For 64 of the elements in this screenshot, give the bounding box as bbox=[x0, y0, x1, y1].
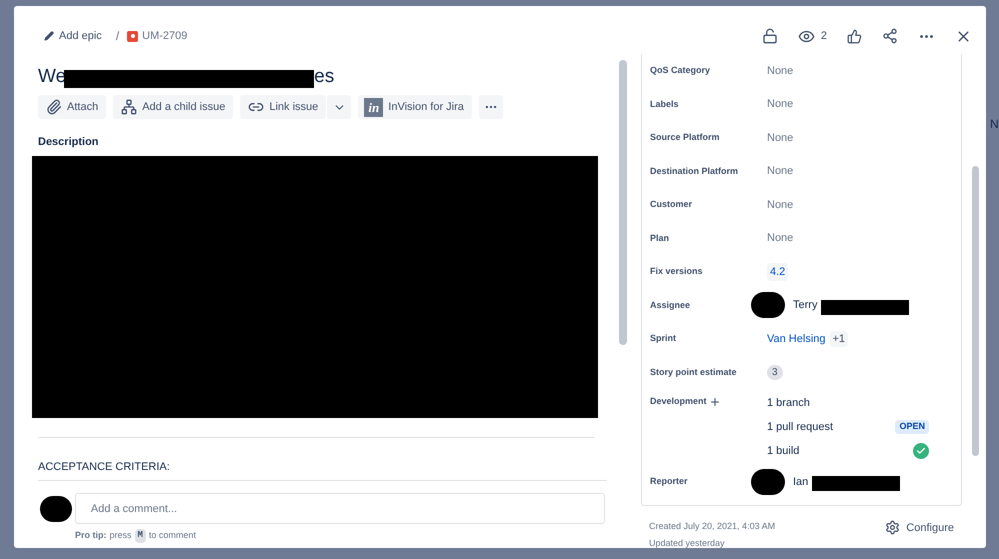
avatar bbox=[40, 496, 72, 522]
keyboard-key: M bbox=[134, 529, 146, 542]
unlock-icon[interactable] bbox=[762, 28, 778, 44]
field-label: Development bbox=[650, 395, 767, 408]
field-value: None bbox=[767, 231, 794, 246]
issue-title: We bbox=[38, 64, 66, 89]
gear-icon bbox=[885, 520, 900, 536]
version-tag[interactable]: 4.2 bbox=[767, 262, 788, 281]
section-heading: Description bbox=[38, 135, 100, 150]
sprint-link[interactable]: Van Helsing bbox=[767, 330, 826, 347]
toolbar-button[interactable]: in InVision for Jira bbox=[358, 95, 472, 119]
paperclip-icon bbox=[46, 99, 62, 115]
backdrop-text: N bbox=[990, 116, 999, 133]
development-link[interactable]: 1 build bbox=[767, 442, 800, 460]
bug-icon bbox=[127, 30, 138, 42]
status-lozenge: OPEN bbox=[895, 420, 929, 434]
configure-button[interactable]: Configure bbox=[885, 520, 954, 536]
field-value: None bbox=[767, 198, 794, 212]
more-button[interactable] bbox=[478, 95, 503, 119]
story-point-badge: 3 bbox=[767, 364, 783, 380]
field-value: None bbox=[767, 64, 794, 78]
toolbar-button[interactable]: Attach bbox=[38, 95, 106, 119]
field-label: Assignee bbox=[650, 298, 692, 312]
check-icon bbox=[916, 446, 926, 456]
toolbar-button[interactable]: Add a child issue bbox=[113, 95, 234, 119]
development-link[interactable]: 1 branch bbox=[767, 394, 810, 412]
field-value: None bbox=[767, 97, 794, 112]
field-value: None bbox=[767, 164, 794, 179]
toolbar-button[interactable]: Link issue bbox=[240, 95, 326, 119]
field-label: Source Platform bbox=[650, 131, 721, 144]
field-label: Plan bbox=[650, 232, 670, 244]
field-label: Destination Platform bbox=[650, 164, 740, 178]
hierarchy-icon bbox=[121, 99, 138, 115]
field-label: Reporter bbox=[650, 475, 689, 488]
user-name[interactable]: Ian bbox=[793, 474, 808, 490]
share-icon[interactable] bbox=[882, 28, 898, 44]
sprint-count: +1 bbox=[830, 330, 848, 347]
field-label: Sprint bbox=[650, 332, 677, 345]
breadcrumb-separator: / bbox=[116, 28, 120, 45]
watch-button[interactable]: 2 bbox=[798, 28, 827, 44]
avatar bbox=[751, 468, 785, 495]
thumbs-up-icon[interactable] bbox=[847, 28, 862, 44]
avatar bbox=[751, 292, 785, 318]
comment-field[interactable]: Add a comment... bbox=[74, 493, 605, 524]
field-label: Labels bbox=[650, 98, 680, 110]
field-label: QoS Category bbox=[650, 64, 712, 77]
issue-title: es bbox=[314, 64, 334, 89]
updated-date: Updated yesterday bbox=[649, 537, 726, 548]
issue-key-link[interactable]: UM-2709 bbox=[142, 28, 188, 44]
field-label: Fix versions bbox=[650, 265, 704, 278]
pencil-icon bbox=[44, 31, 54, 41]
development-link[interactable]: 1 pull request bbox=[767, 418, 834, 436]
pro-tip-text: Pro tip: press M to comment bbox=[75, 529, 605, 542]
acceptance-criteria-heading: ACCEPTANCE CRITERIA: bbox=[38, 460, 171, 474]
user-name[interactable]: Terry bbox=[793, 297, 818, 314]
scrollbar[interactable] bbox=[972, 166, 979, 456]
add-icon[interactable] bbox=[708, 396, 721, 408]
field-label: Customer bbox=[650, 198, 694, 211]
field-value: None bbox=[767, 130, 794, 146]
add-epic-button[interactable]: Add epic bbox=[44, 28, 102, 44]
invision-logo: in bbox=[364, 98, 384, 116]
scrollbar[interactable] bbox=[619, 60, 627, 345]
field-label: Story point estimate bbox=[650, 366, 738, 379]
created-date: Created July 20, 2021, 4:03 AM bbox=[649, 520, 776, 533]
